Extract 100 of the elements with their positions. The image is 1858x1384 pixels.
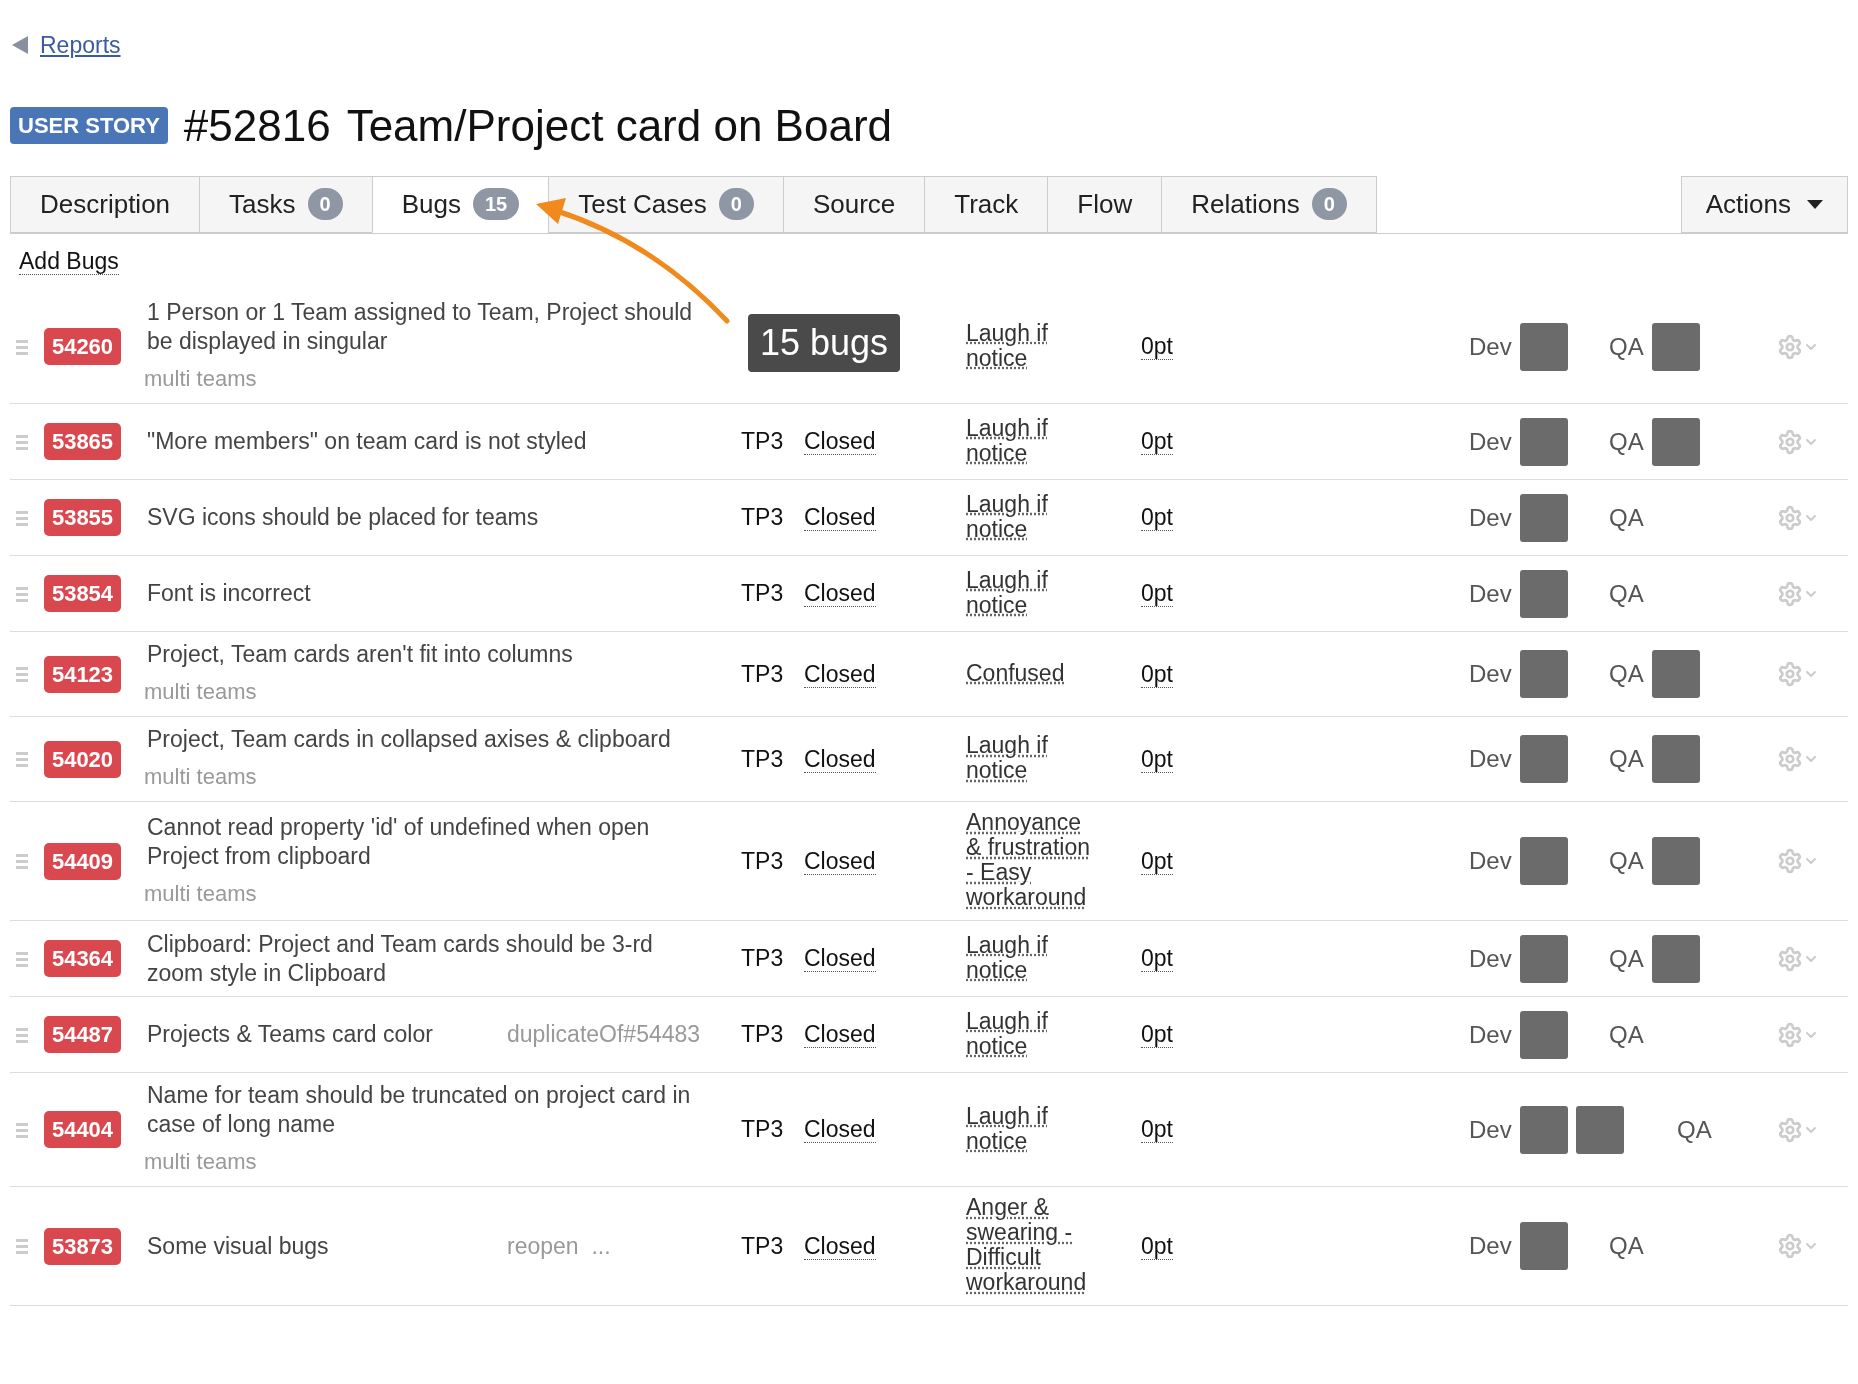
state-link[interactable]: Closed (804, 847, 876, 875)
bug-title[interactable]: SVG icons should be placed for teams (147, 503, 707, 532)
tab[interactable]: Relations 0 (1161, 175, 1377, 233)
effort-link[interactable]: 0pt (1141, 504, 1173, 532)
bug-id-badge[interactable]: 54487 (44, 1016, 121, 1053)
add-bugs-link[interactable]: Add Bugs (19, 247, 119, 275)
gear-menu-button[interactable] (1777, 661, 1819, 687)
state-link[interactable]: Closed (804, 1021, 876, 1049)
avatar-placeholder (1519, 650, 1568, 698)
gear-menu-button[interactable] (1777, 1233, 1819, 1259)
bug-id-badge[interactable]: 54364 (44, 940, 121, 977)
state-link[interactable]: Closed (804, 504, 876, 532)
gear-icon (1777, 504, 1803, 531)
effort-link[interactable]: 0pt (1141, 1232, 1173, 1260)
bug-id-badge[interactable]: 54404 (44, 1111, 121, 1148)
tab[interactable]: Source (782, 175, 926, 233)
project-label: TP3 (741, 1116, 784, 1143)
state-link[interactable]: Closed (804, 745, 876, 773)
drag-handle-icon[interactable] (16, 1026, 28, 1043)
effort-link[interactable]: 0pt (1141, 847, 1173, 875)
bug-title[interactable]: Font is incorrect (147, 579, 707, 608)
drag-handle-icon[interactable] (16, 666, 28, 682)
breadcrumb-link[interactable]: Reports (40, 28, 121, 63)
tab[interactable]: Test Cases 0 (548, 175, 784, 233)
state-link[interactable]: Closed (804, 1232, 876, 1260)
effort-link[interactable]: 0pt (1141, 428, 1173, 456)
severity-link[interactable]: Laugh if notice (966, 567, 1098, 618)
gear-icon (1777, 661, 1803, 687)
state-link[interactable]: Closed (804, 945, 876, 973)
caret-icon (1807, 199, 1823, 209)
state-link[interactable]: Closed (804, 428, 876, 456)
gear-menu-button[interactable] (1777, 333, 1819, 360)
drag-handle-icon[interactable] (16, 585, 28, 602)
severity-link[interactable]: Laugh if notice (966, 320, 1098, 371)
bug-id-badge[interactable]: 53854 (44, 575, 121, 612)
gear-menu-button[interactable] (1777, 945, 1819, 972)
bug-title[interactable]: Name for team should be truncated on project card in case of long name (147, 1081, 707, 1139)
gear-menu-button[interactable] (1777, 428, 1819, 455)
avatar-placeholder (1651, 934, 1700, 983)
state-link[interactable]: Closed (804, 660, 876, 688)
effort-link[interactable]: 0pt (1141, 1021, 1173, 1049)
gear-menu-button[interactable] (1777, 1021, 1819, 1048)
bug-title[interactable]: Project, Team cards aren't fit into columns (147, 640, 707, 669)
severity-link[interactable]: Annoyance & frustration - Easy workaround (966, 810, 1098, 910)
bug-title[interactable]: Some visual bugs (147, 1231, 507, 1261)
effort-link[interactable]: 0pt (1141, 1116, 1173, 1144)
severity-link[interactable]: Confused (966, 660, 1098, 686)
bug-id-badge[interactable]: 53873 (44, 1227, 121, 1265)
state-link[interactable]: Closed (804, 1116, 876, 1144)
gear-menu-button[interactable] (1777, 580, 1819, 607)
drag-handle-icon[interactable] (16, 509, 28, 526)
drag-handle-icon[interactable] (16, 950, 28, 967)
effort-link[interactable]: 0pt (1141, 945, 1173, 973)
effort-link[interactable]: 0pt (1141, 333, 1173, 361)
annotation-tooltip: 15 bugs (748, 314, 901, 372)
bug-title[interactable]: Project, Team cards in collapsed axises & clipboard (147, 725, 707, 754)
severity-link[interactable]: Laugh if notice (966, 733, 1098, 783)
gear-menu-button[interactable] (1777, 848, 1819, 874)
severity-link[interactable]: Laugh if notice (966, 1103, 1098, 1154)
drag-handle-icon[interactable] (16, 338, 28, 355)
drag-handle-icon[interactable] (16, 751, 28, 767)
tab[interactable]: Description (10, 175, 201, 233)
severity-link[interactable]: Laugh if notice (966, 415, 1098, 466)
gear-menu-button[interactable] (1777, 504, 1819, 531)
bug-title[interactable]: Projects & Teams card color (147, 1020, 507, 1050)
effort-link[interactable]: 0pt (1141, 745, 1173, 773)
severity-link[interactable]: Anger & swearing - Difficult workaround (966, 1195, 1098, 1295)
drag-handle-icon[interactable] (16, 853, 28, 869)
bug-id-badge[interactable]: 54260 (44, 328, 121, 365)
tab[interactable]: Track (924, 175, 1049, 233)
state-link[interactable]: Closed (804, 580, 876, 608)
bug-id-badge[interactable]: 54123 (44, 655, 121, 693)
avatar-placeholder (1519, 934, 1568, 983)
bug-title[interactable]: Clipboard: Project and Team cards should be 3-rd zoom style in Clipboard (147, 929, 707, 988)
gear-icon (1777, 746, 1803, 772)
drag-handle-icon[interactable] (16, 1238, 28, 1254)
drag-handle-icon[interactable] (16, 433, 28, 450)
gear-menu-button[interactable] (1777, 746, 1819, 772)
effort-link[interactable]: 0pt (1141, 660, 1173, 688)
effort-link[interactable]: 0pt (1141, 580, 1173, 608)
bug-id-badge[interactable]: 53865 (44, 423, 121, 460)
gear-icon (1777, 428, 1803, 455)
tab[interactable]: Bugs 15 (371, 175, 550, 233)
bug-id-badge[interactable]: 53855 (44, 499, 121, 536)
tab[interactable]: Flow (1047, 175, 1163, 233)
bug-id-badge[interactable]: 54409 (44, 842, 121, 880)
project-label: TP3 (741, 580, 784, 607)
actions-button[interactable]: Actions (1680, 175, 1848, 233)
tab[interactable]: Tasks 0 (199, 175, 373, 233)
bug-title[interactable]: Cannot read property 'id' of undefined when open Project from clipboard (147, 812, 707, 871)
severity-link[interactable]: Laugh if notice (966, 1008, 1098, 1059)
bug-id-badge[interactable]: 54020 (44, 740, 121, 778)
severity-link[interactable]: Laugh if notice (966, 932, 1098, 983)
bug-title[interactable]: "More members" on team card is not styled (147, 427, 707, 456)
drag-handle-icon[interactable] (16, 1121, 28, 1138)
role-label: QA (1609, 1231, 1644, 1261)
severity-link[interactable]: Laugh if notice (966, 491, 1098, 542)
bug-title[interactable]: 1 Person or 1 Team assigned to Team, Project should be displayed in singular (147, 298, 707, 356)
project-label: TP3 (741, 428, 784, 455)
gear-menu-button[interactable] (1777, 1116, 1819, 1143)
